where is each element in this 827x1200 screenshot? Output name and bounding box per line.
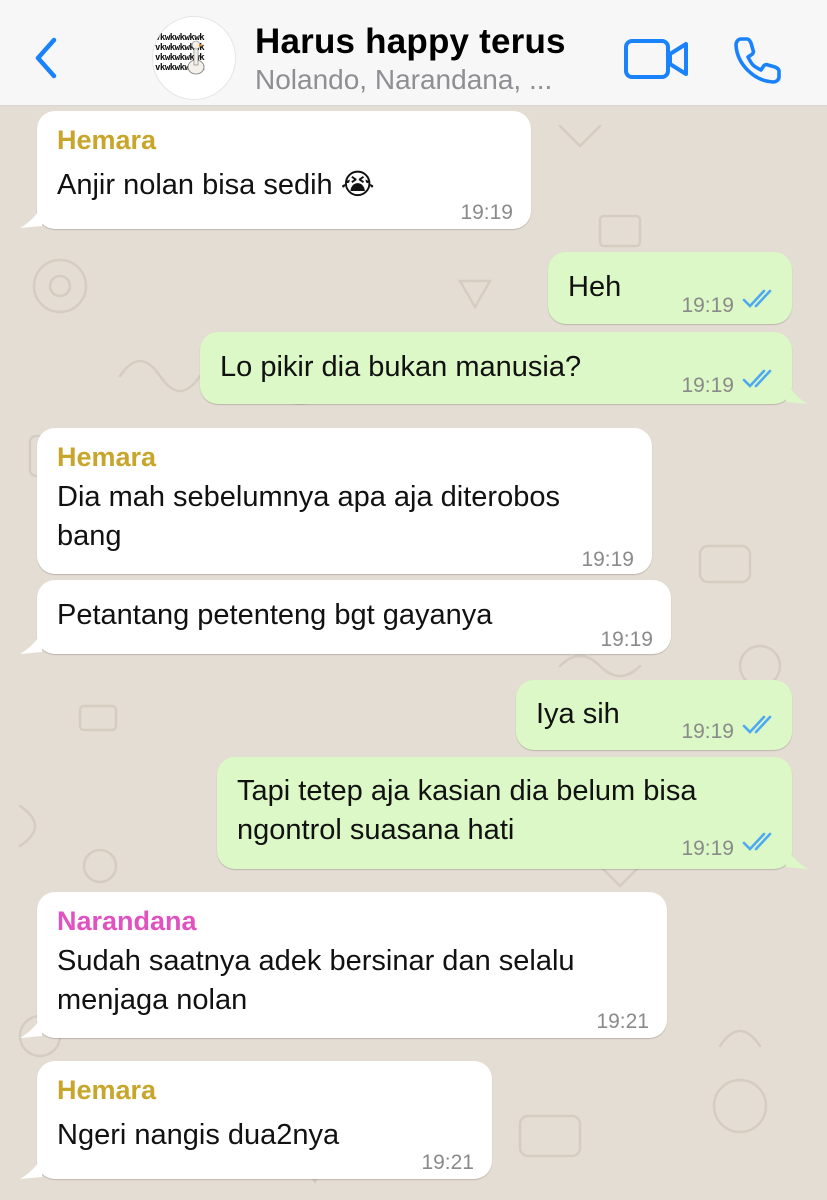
sender-name: Hemara: [57, 442, 157, 472]
message-bubble-outgoing[interactable]: Tapi tetep aja kasian dia belum bisa ngo…: [217, 757, 792, 869]
chat-header: vkwkwkwkwk vkwkwkwkwk vkwkwkwkwk vkwkwkw…: [0, 0, 827, 106]
voice-call-button[interactable]: [732, 34, 784, 86]
message-time: 19:19: [600, 628, 653, 651]
message-bubble-incoming[interactable]: Petantang petenteng bgt gayanya 19:19: [37, 580, 671, 654]
bubble-tail: [20, 206, 42, 228]
read-receipt-icon: [742, 289, 772, 308]
message-text-line: menjaga nolan: [57, 984, 248, 1016]
bubble-tail: [20, 632, 42, 654]
bubble-tail: [20, 1157, 42, 1179]
goose-icon: [187, 40, 205, 75]
sender-name: Hemara: [57, 125, 157, 155]
message-text-line: bang: [57, 520, 122, 552]
message-bubble-incoming[interactable]: Hemara Anjir nolan bisa sedih 😭 19:19: [37, 111, 531, 229]
message-time: 19:19: [681, 374, 734, 397]
read-receipt-icon: [742, 715, 772, 734]
group-members[interactable]: Nolando, Narandana, ...: [255, 64, 552, 96]
message-bubble-incoming[interactable]: Narandana Sudah saatnya adek bersinar da…: [37, 892, 667, 1038]
message-time: 19:19: [460, 201, 513, 224]
bubble-tail: [786, 382, 808, 404]
bubble-tail: [20, 1016, 42, 1038]
back-button[interactable]: [30, 32, 66, 82]
bubble-tail: [786, 847, 808, 869]
message-bubble-outgoing[interactable]: Heh 19:19: [548, 252, 792, 324]
video-call-button[interactable]: [623, 36, 689, 82]
message-text-line: Dia mah sebelumnya apa aja diterobos: [57, 481, 560, 513]
message-text: Petantang petenteng bgt gayanya: [57, 599, 493, 631]
read-receipt-icon: [742, 832, 772, 851]
message-bubble-incoming[interactable]: Hemara Ngeri nangis dua2nya 19:21: [37, 1061, 492, 1179]
message-bubble-incoming[interactable]: Hemara Dia mah sebelumnya apa aja ditero…: [37, 428, 652, 574]
message-bubble-outgoing[interactable]: Lo pikir dia bukan manusia? 19:19: [200, 332, 792, 404]
phone-icon: [734, 37, 781, 84]
message-bubble-outgoing[interactable]: Iya sih 19:19: [516, 680, 792, 750]
video-camera-icon: [624, 39, 688, 79]
message-time: 19:21: [596, 1010, 649, 1033]
message-time: 19:19: [681, 837, 734, 860]
message-text-line: ngontrol suasana hati: [237, 814, 515, 846]
message-text: Heh: [568, 271, 622, 303]
group-avatar[interactable]: vkwkwkwkwk vkwkwkwkwk vkwkwkwkwk vkwkwkw…: [152, 16, 236, 100]
message-text-line: Sudah saatnya adek bersinar dan selalu: [57, 945, 575, 977]
message-time: 19:21: [421, 1151, 474, 1174]
message-text: Lo pikir dia bukan manusia?: [220, 351, 582, 383]
message-text: Iya sih: [536, 698, 620, 730]
message-time: 19:19: [681, 294, 734, 317]
read-receipt-icon: [742, 369, 772, 388]
message-time: 19:19: [581, 548, 634, 571]
chevron-left-icon: [35, 37, 57, 79]
sender-name: Hemara: [57, 1075, 157, 1105]
message-time: 19:19: [681, 720, 734, 743]
message-text: Anjir nolan bisa sedih 😭: [57, 169, 375, 201]
group-name[interactable]: Harus happy terus: [255, 22, 566, 62]
chat-area[interactable]: Hemara Anjir nolan bisa sedih 😭 19:19 He…: [0, 106, 827, 1200]
message-text: Ngeri nangis dua2nya: [57, 1119, 340, 1151]
sender-name: Narandana: [57, 906, 197, 936]
message-text-line: Tapi tetep aja kasian dia belum bisa: [237, 775, 697, 807]
